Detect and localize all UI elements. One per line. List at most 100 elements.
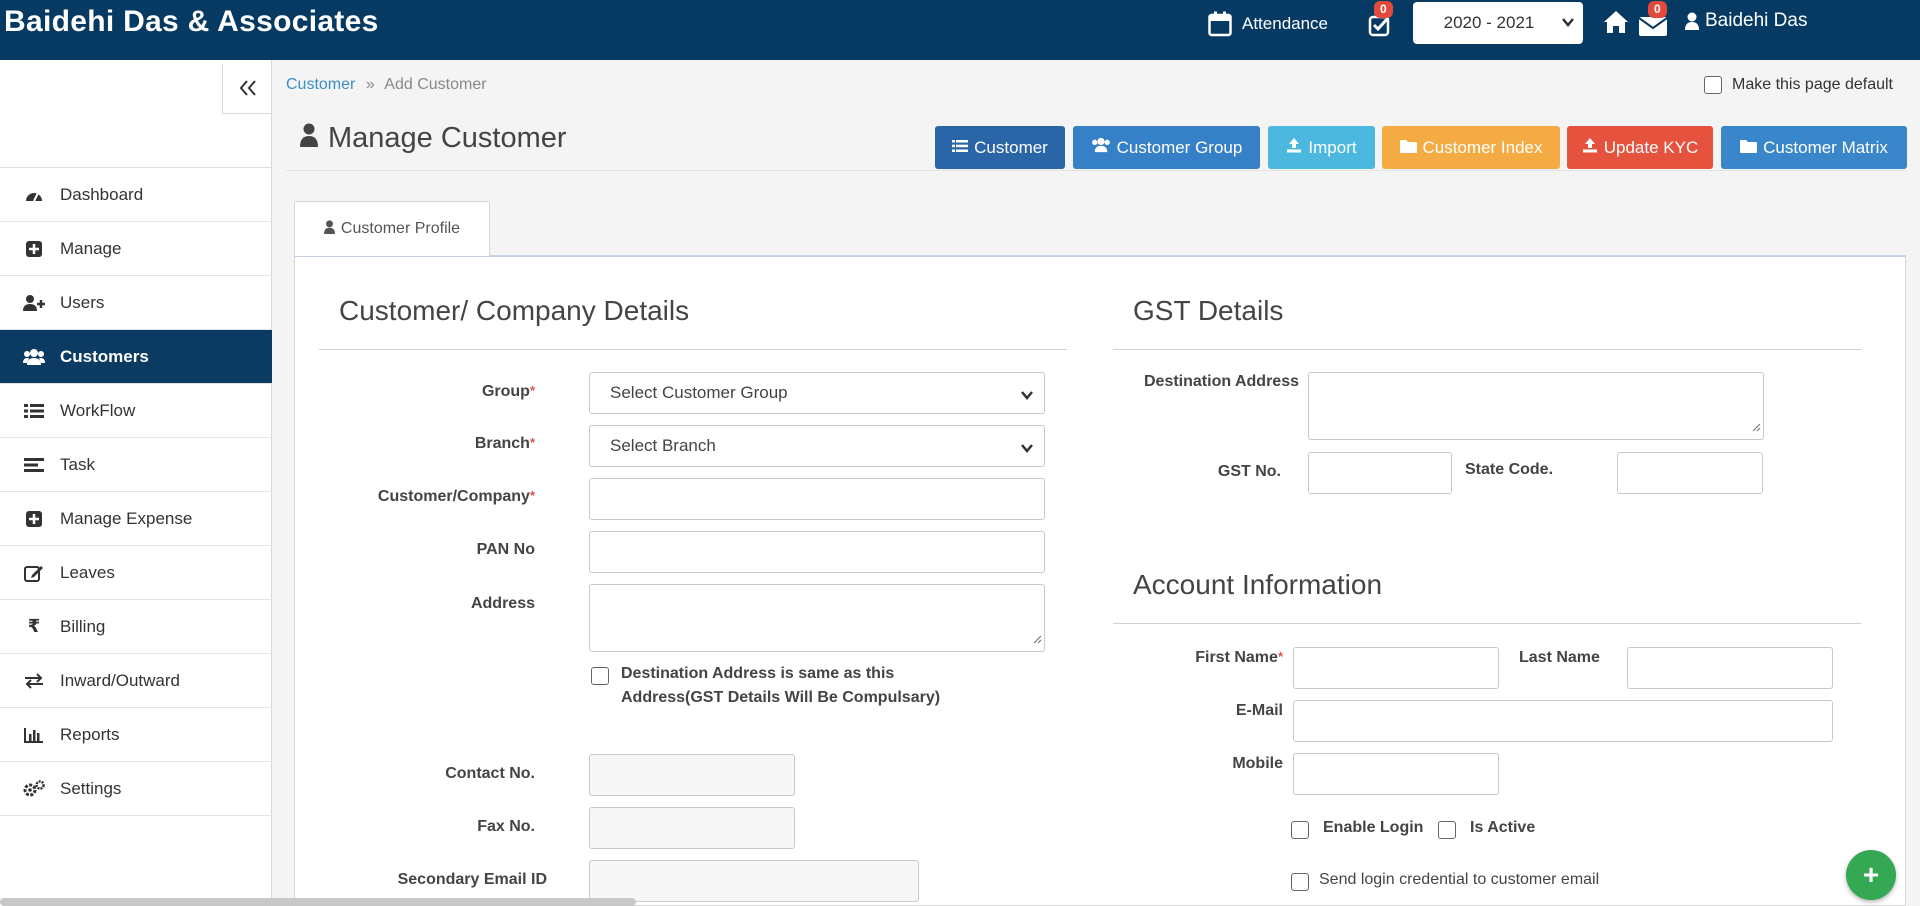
tab-customer-profile[interactable]: Customer Profile [294, 201, 490, 256]
mobile-input[interactable] [1293, 753, 1499, 795]
task-badge: 0 [1374, 1, 1393, 18]
sidebar-item-users[interactable]: Users [0, 276, 272, 330]
first-name-input[interactable] [1293, 647, 1499, 689]
home-icon [1603, 10, 1629, 34]
branch-select[interactable]: Select Branch [589, 425, 1045, 467]
list-icon [952, 138, 969, 158]
branch-label: Branch* [355, 435, 535, 453]
brand-title[interactable]: Baidehi Das & Associates [4, 5, 379, 39]
account-info-title: Account Information [1133, 569, 1383, 600]
state-code-input[interactable] [1617, 452, 1763, 494]
sidebar-collapse-button[interactable] [222, 64, 272, 114]
sidebar-item-label: Settings [60, 778, 122, 798]
user-icon [300, 122, 318, 155]
sidebar-item-settings[interactable]: Settings [0, 762, 272, 816]
gst-details-divider [1113, 349, 1861, 350]
title-divider [286, 170, 1906, 171]
financial-year-select[interactable]: 2020 - 2021 [1413, 2, 1583, 44]
sidebar-item-leaves[interactable]: Leaves [0, 546, 272, 600]
breadcrumb-separator: » [365, 76, 375, 93]
gst-details-title: GST Details [1133, 295, 1284, 326]
user-icon [323, 219, 335, 239]
chevron-down-icon [1020, 440, 1034, 460]
sidebar-item-manage[interactable]: Manage [0, 222, 272, 276]
attendance-link[interactable]: Attendance [1208, 10, 1328, 38]
add-floating-button[interactable]: + [1846, 850, 1896, 900]
company-input[interactable] [589, 478, 1045, 520]
branch-label-text: Branch [474, 435, 530, 452]
mail-badge: 0 [1648, 1, 1667, 18]
gst-no-input[interactable] [1308, 452, 1452, 494]
upload-icon [1286, 137, 1302, 158]
company-label-text: Customer/Company [377, 488, 530, 505]
enable-login-checkbox[interactable] [1291, 821, 1309, 839]
users-icon [22, 347, 46, 367]
is-active-checkbox[interactable] [1438, 821, 1456, 839]
pan-input[interactable] [589, 531, 1045, 573]
customer-matrix-button[interactable]: Customer Matrix [1721, 126, 1907, 169]
email-input[interactable] [1293, 700, 1833, 742]
user-menu[interactable]: Baidehi Das [1685, 10, 1807, 32]
sidebar-item-label: Inward/Outward [60, 670, 180, 690]
fax-input[interactable] [589, 807, 795, 849]
first-name-label: First Name* [1135, 649, 1283, 667]
send-credential-label: Send login credential to customer email [1319, 871, 1600, 888]
send-credential-checkbox[interactable] [1291, 873, 1309, 891]
customer-form-panel: Customer/ Company Details Group* Select … [294, 255, 1906, 906]
contact-input[interactable] [589, 754, 795, 796]
group-select[interactable]: Select Customer Group [589, 372, 1045, 414]
company-details-divider [319, 349, 1067, 350]
secondary-email-label: Secondary Email ID [397, 871, 547, 888]
bar-chart-icon [22, 725, 46, 745]
sidebar-item-billing[interactable]: ₹ Billing [0, 600, 272, 654]
sidebar-item-label: Billing [60, 616, 106, 636]
tasks-icon [22, 455, 46, 475]
sidebar-item-manage-expense[interactable]: Manage Expense [0, 492, 272, 546]
sidebar-item-reports[interactable]: Reports [0, 708, 272, 762]
customer-index-button-label: Customer Index [1422, 137, 1543, 157]
sidebar-item-label: WorkFlow [60, 400, 136, 420]
fax-label: Fax No. [477, 818, 535, 835]
destination-address-textarea[interactable] [1308, 372, 1764, 440]
plus-square-icon [22, 239, 46, 259]
task-notification[interactable]: 0 [1368, 1, 1398, 40]
address-textarea[interactable] [589, 584, 1045, 652]
mail-notification[interactable]: 0 [1638, 1, 1670, 40]
required-mark: * [529, 383, 535, 398]
breadcrumb-customer-link[interactable]: Customer [286, 76, 355, 93]
import-button[interactable]: Import [1268, 126, 1375, 169]
sidebar-nav: Dashboard Manage Users Customers WorkFlo… [0, 168, 272, 816]
customer-index-button[interactable]: Customer Index [1382, 126, 1560, 169]
sidebar-item-label: Reports [60, 724, 120, 744]
customer-button[interactable]: Customer [935, 126, 1065, 169]
sidebar-item-inward-outward[interactable]: Inward/Outward [0, 654, 272, 708]
sidebar-item-customers[interactable]: Customers [0, 330, 272, 384]
group-select-value: Select Customer Group [610, 383, 788, 402]
same-address-checkbox[interactable] [591, 667, 609, 685]
import-button-label: Import [1308, 137, 1357, 157]
user-name: Baidehi Das [1705, 10, 1808, 31]
sidebar-item-label: Leaves [60, 562, 115, 582]
list-icon [22, 401, 46, 421]
page-title: Manage Customer [300, 122, 567, 155]
customer-group-button[interactable]: Customer Group [1073, 126, 1260, 169]
sidebar: Dashboard Manage Users Customers WorkFlo… [0, 60, 272, 906]
make-default-checkbox[interactable] [1704, 76, 1722, 94]
sidebar-item-dashboard[interactable]: Dashboard [0, 168, 272, 222]
horizontal-scrollbar[interactable] [0, 898, 636, 906]
sidebar-item-task[interactable]: Task [0, 438, 272, 492]
secondary-email-input[interactable] [589, 860, 919, 902]
pan-label: PAN No [476, 541, 535, 558]
double-chevron-left-icon [238, 73, 258, 104]
sidebar-item-workflow[interactable]: WorkFlow [0, 384, 272, 438]
company-details-title: Customer/ Company Details [339, 295, 690, 326]
last-name-input[interactable] [1627, 647, 1833, 689]
attendance-label: Attendance [1242, 14, 1329, 33]
chevron-down-icon [1561, 14, 1575, 34]
required-mark: * [529, 435, 535, 450]
top-bar: Baidehi Das & Associates Attendance 0 20… [0, 0, 1920, 60]
home-link[interactable] [1603, 10, 1629, 34]
email-label: E-Mail [1235, 702, 1283, 719]
update-kyc-button[interactable]: Update KYC [1567, 126, 1713, 169]
required-mark: * [529, 488, 535, 503]
